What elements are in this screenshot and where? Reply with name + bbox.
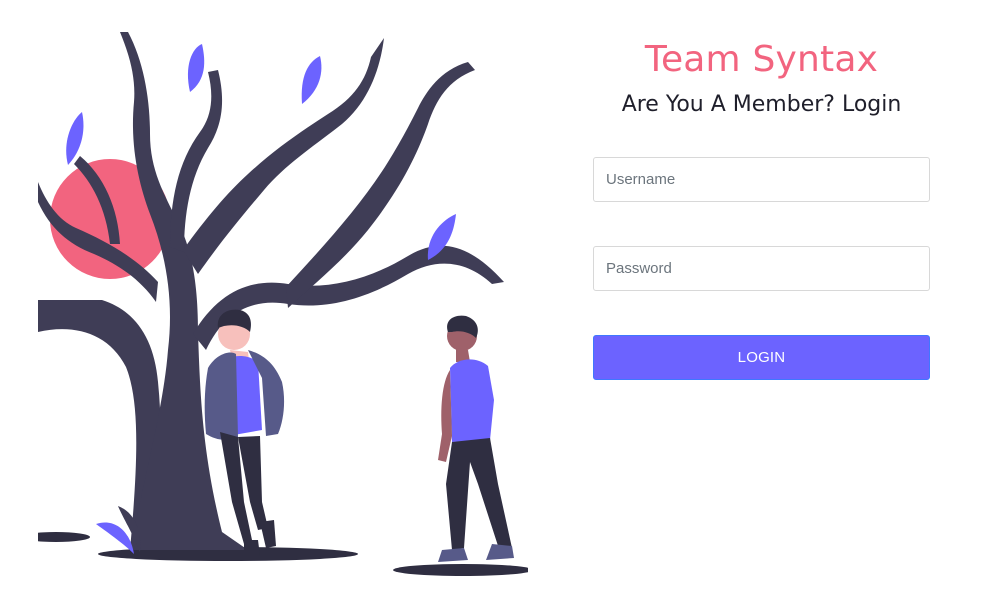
person-walking-icon [438,315,514,562]
leaf-icon [187,44,205,92]
login-panel: Team Syntax Are You A Member? Login LOGI… [593,38,930,380]
username-input[interactable] [593,157,930,202]
ground-shadow-left [38,532,90,542]
login-subtitle: Are You A Member? Login [621,92,902,117]
ground-shadow-right [393,564,528,576]
login-page: Team Syntax Are You A Member? Login LOGI… [0,0,989,610]
tree-people-illustration [38,32,528,576]
leaf-icon [96,522,134,554]
brand-title: Team Syntax [644,39,879,80]
password-input[interactable] [593,246,930,291]
leaf-icon [301,56,322,104]
login-button[interactable]: LOGIN [593,335,930,380]
